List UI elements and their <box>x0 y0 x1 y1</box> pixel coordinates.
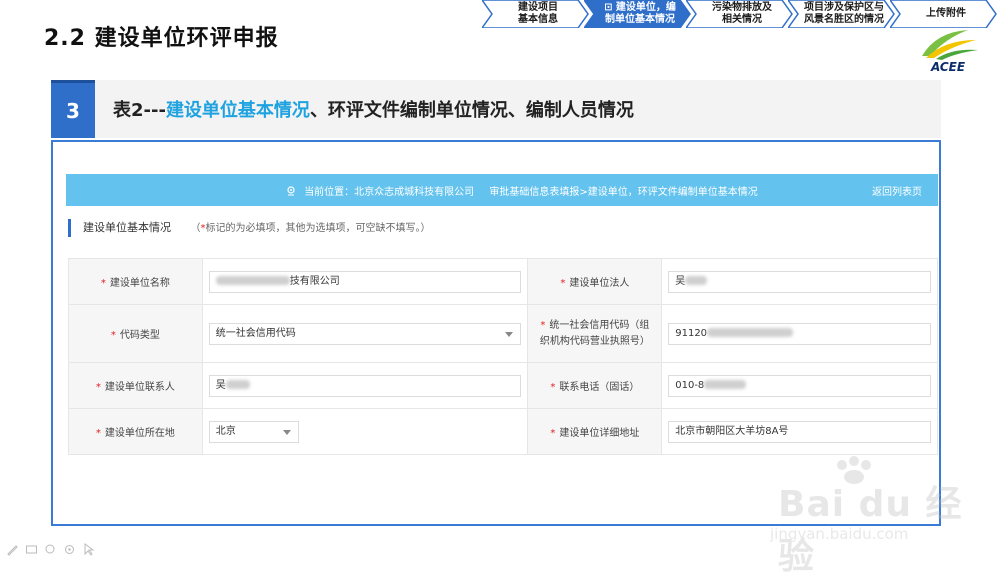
phone-input[interactable]: 010-8 <box>668 374 931 397</box>
location-label: 当前位置：北京众志成城科技有限公司 <box>304 187 475 198</box>
unit-info-form: * 建设单位名称 技有限公司 * 建设单位法人 吴 * 代码类型 统一社会信用代码 <box>68 258 938 455</box>
step-project-info[interactable]: 建设项目 基本信息 <box>482 0 590 28</box>
section-title: 表2---建设单位基本情况、环评文件编制单位情况、编制人员情况 <box>113 100 634 121</box>
back-to-list-link[interactable]: 返回列表页 <box>872 183 922 198</box>
pointer-icon[interactable] <box>82 541 95 556</box>
chevron-down-icon <box>505 331 514 337</box>
region-select[interactable]: 北京 <box>208 420 299 443</box>
unit-name-label: * 建设单位名称 <box>68 258 203 305</box>
chevron-down-icon <box>282 429 291 435</box>
required-note: （*标记的为必填项，其他为选填项，可空缺不填写。） <box>190 223 431 234</box>
legal-person-input[interactable]: 吴 <box>668 270 931 293</box>
slides-icon[interactable] <box>25 541 38 554</box>
logo-text: ACEE <box>930 60 966 74</box>
form-row: * 代码类型 统一社会信用代码 * 统一社会信用代码（组 织机构代码营业执照号） 91… <box>68 304 938 363</box>
contact-label: * 建设单位联系人 <box>68 362 203 409</box>
step-protected-area[interactable]: 项目涉及保护区与 风景名胜区的情况 <box>788 0 896 28</box>
region-label: * 建设单位所在地 <box>68 408 203 455</box>
code-type-select[interactable]: 统一社会信用代码 <box>208 322 522 345</box>
unit-name-input[interactable]: 技有限公司 <box>208 270 522 293</box>
slide-title: 2.2 建设单位环评申报 <box>44 26 279 51</box>
section-number: 3 <box>51 80 95 138</box>
phone-label: * 联系电话（固话） <box>527 362 663 409</box>
breadcrumb: 当前位置：北京众志成城科技有限公司 审批基础信息表填报>建设单位，环评文件编制单… <box>286 183 758 198</box>
contact-input[interactable]: 吴 <box>208 374 522 397</box>
address-label: * 建设单位详细地址 <box>527 408 663 455</box>
step-pollutant[interactable]: 污染物排放及 相关情况 <box>686 0 794 28</box>
credit-code-label: * 统一社会信用代码（组 织机构代码营业执照号） <box>527 304 663 363</box>
form-section-heading: 建设单位基本情况 （*标记的为必填项，其他为选填项，可空缺不填写。） <box>68 219 431 237</box>
presenter-toolbar <box>6 541 95 556</box>
location-bar: 当前位置：北京众志成城科技有限公司 审批基础信息表填报>建设单位，环评文件编制单… <box>66 174 938 206</box>
settings-icon[interactable] <box>63 541 76 554</box>
watermark-url: jingyan.baidu.com <box>770 525 909 543</box>
baidu-watermark: Bai du 经验 jingyan.baidu.com <box>760 455 980 577</box>
location-path[interactable]: 审批基础信息表填报>建设单位，环评文件编制单位基本情况 <box>489 187 757 198</box>
address-input[interactable]: 北京市朝阳区大羊坊8A号 <box>668 420 931 443</box>
process-steps: 建设项目 基本信息 ⊡ 建设单位，编 制单位基本情况 污染物排放及 相关情况 项目涉及… <box>482 0 997 28</box>
code-type-label: * 代码类型 <box>68 304 203 363</box>
zoom-icon[interactable] <box>44 541 57 554</box>
step-upload[interactable]: 上传附件 <box>890 0 998 28</box>
form-row: * 建设单位名称 技有限公司 * 建设单位法人 吴 <box>68 258 938 305</box>
form-row: * 建设单位所在地 北京 * 建设单位详细地址 北京市朝阳区大羊坊8A号 <box>68 408 938 455</box>
location-pin-icon <box>287 186 295 196</box>
form-row: * 建设单位联系人 吴 * 联系电话（固话） 010-8 <box>68 362 938 409</box>
acee-logo: ACEE <box>916 26 980 76</box>
pen-icon[interactable] <box>6 541 19 556</box>
credit-code-input[interactable]: 91120 <box>668 322 931 345</box>
step-unit-info[interactable]: ⊡ 建设单位，编 制单位基本情况 <box>584 0 692 28</box>
legal-person-label: * 建设单位法人 <box>527 258 663 305</box>
